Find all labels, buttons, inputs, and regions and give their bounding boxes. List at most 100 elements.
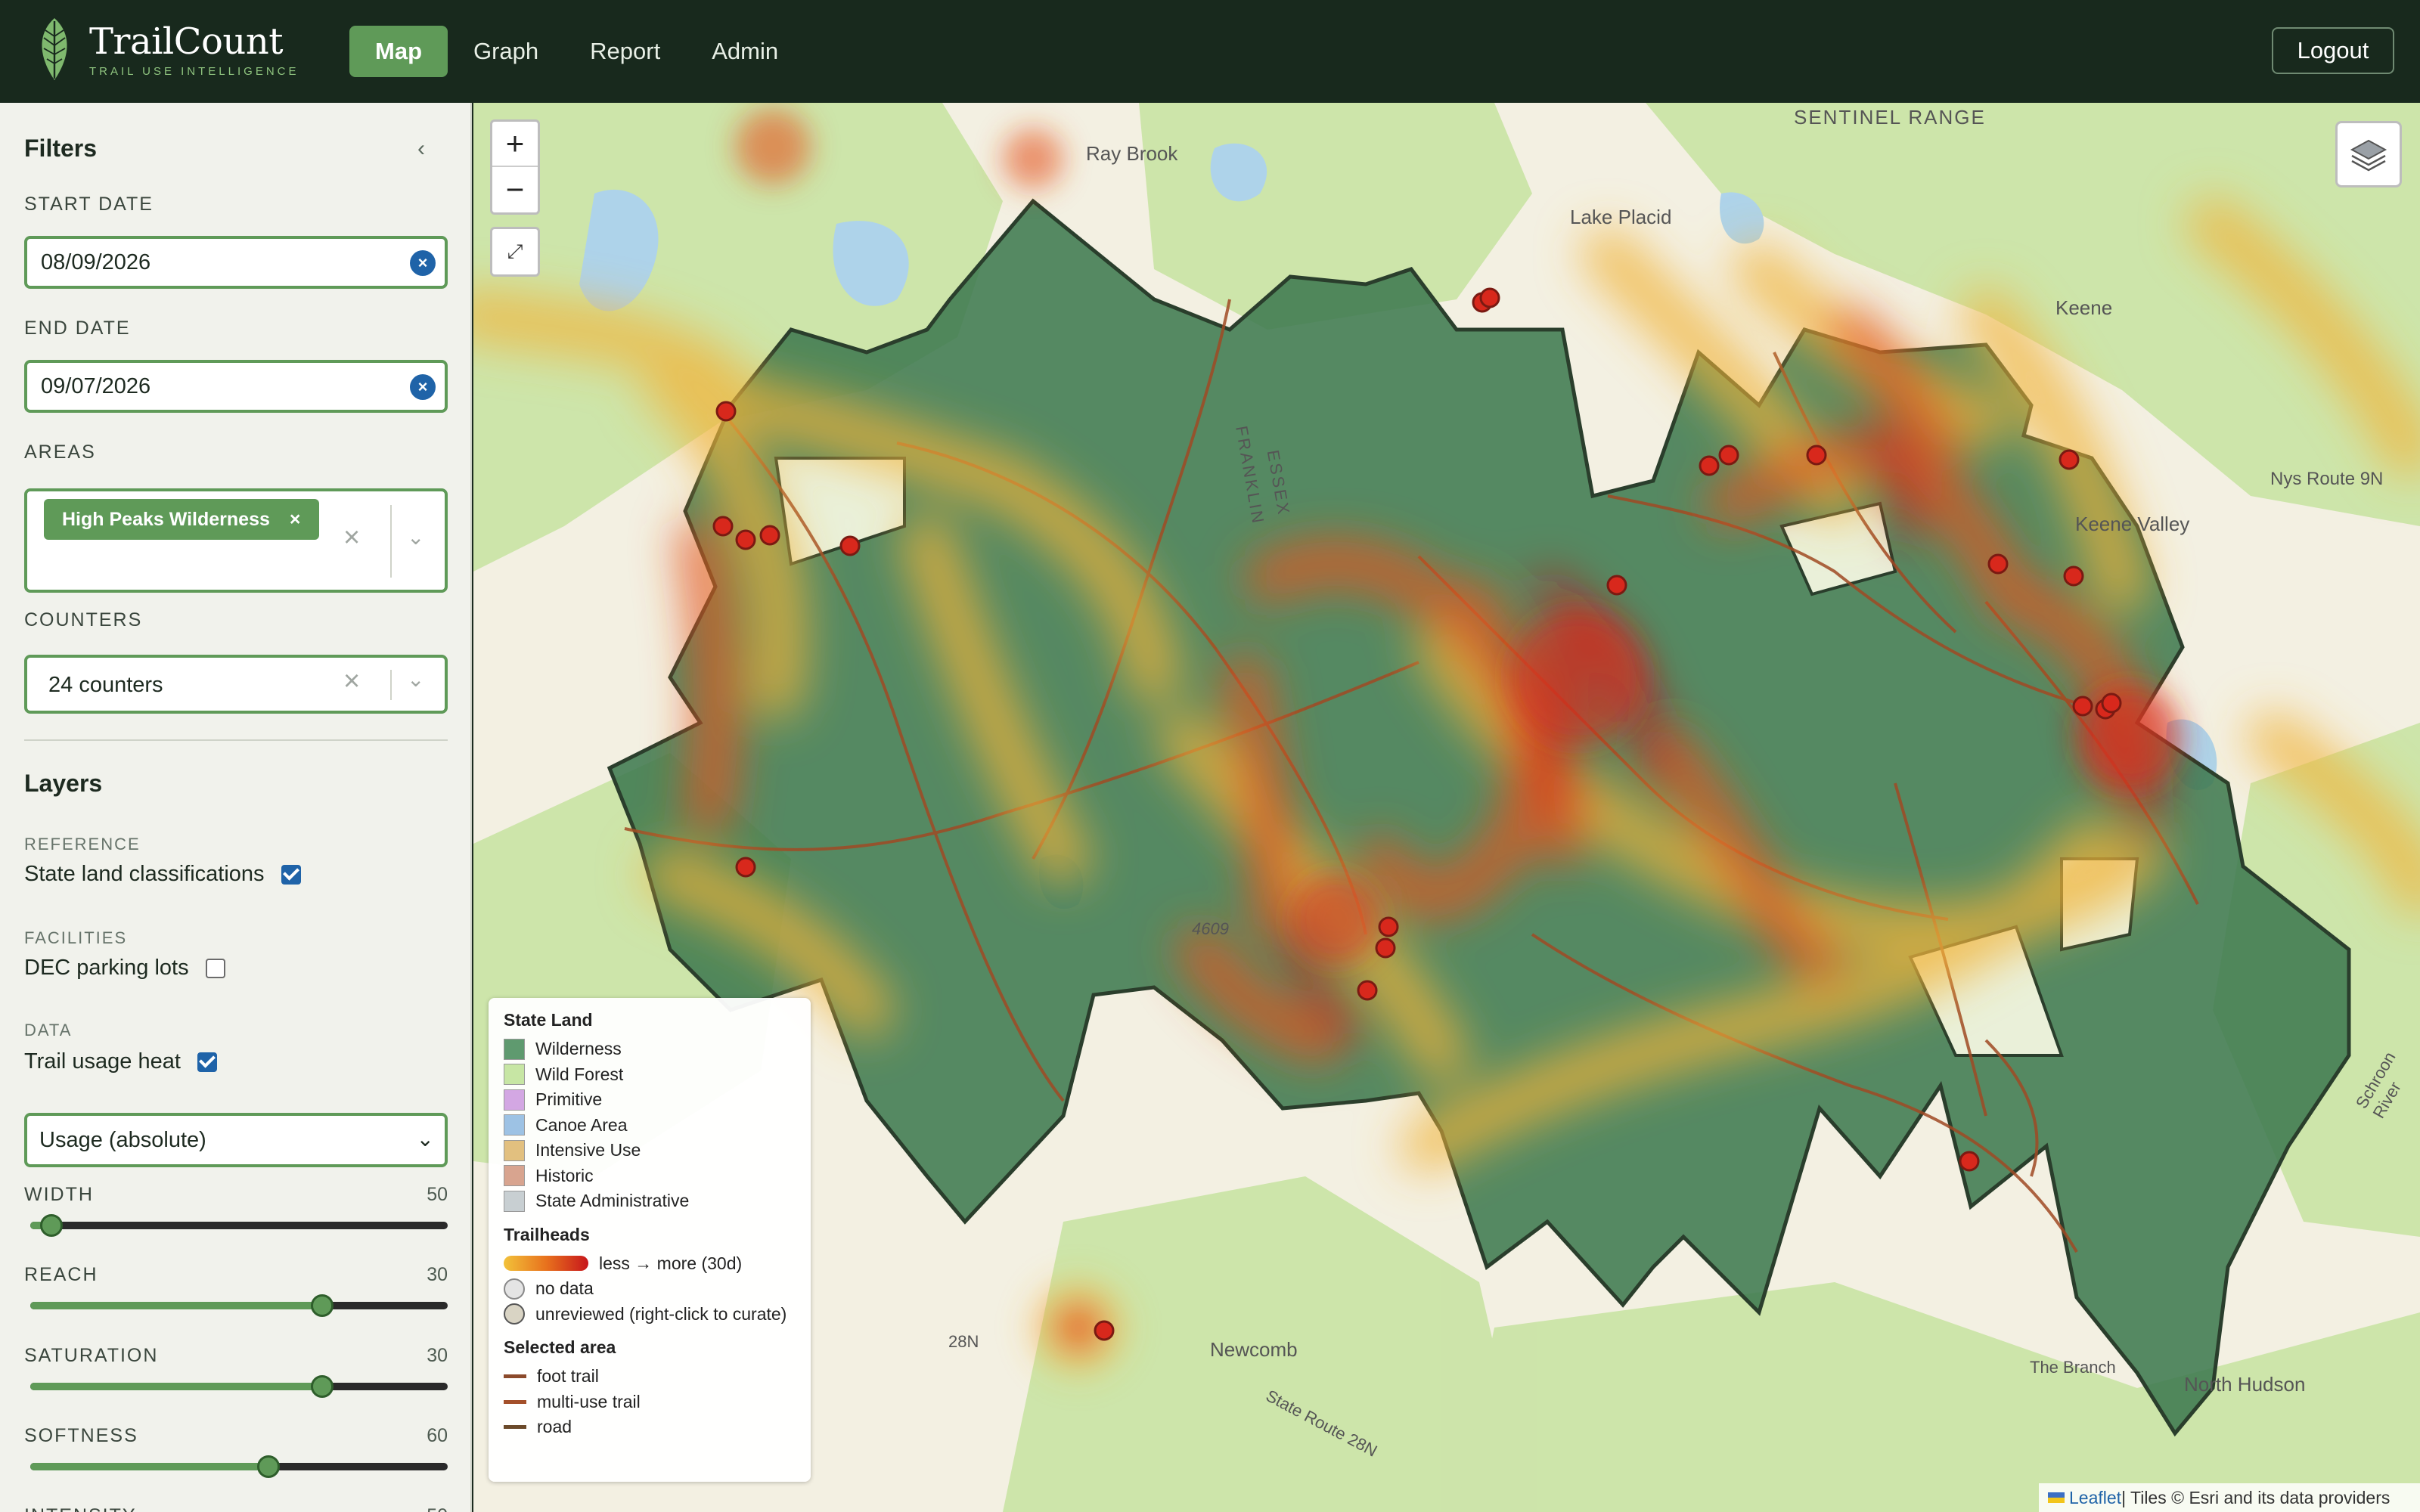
slider-name: INTENSITY — [24, 1505, 137, 1512]
slider-name: REACH — [24, 1264, 98, 1285]
parking-checkbox[interactable] — [205, 958, 225, 978]
main-nav: Map Graph Report Admin — [349, 26, 804, 77]
nav-report[interactable]: Report — [564, 26, 686, 77]
nav-map[interactable]: Map — [349, 26, 448, 77]
map-label-the-branch: The Branch — [2030, 1358, 2116, 1377]
slider-handle[interactable] — [311, 1375, 334, 1398]
leaf-icon — [42, 18, 67, 80]
legend-swatch — [504, 1139, 525, 1161]
slider-name: WIDTH — [24, 1184, 94, 1205]
nav-admin[interactable]: Admin — [686, 26, 804, 77]
legend-line-swatch — [504, 1399, 526, 1404]
legend-no-data-row: no data — [504, 1276, 796, 1302]
collapse-sidebar-icon[interactable]: ‹ — [417, 136, 425, 162]
filters-title: Filters — [24, 135, 98, 162]
area-chip-label: High Peaks Wilderness — [62, 508, 270, 530]
legend-land-label: Wild Forest — [535, 1064, 624, 1084]
map-label-route-9n: Nys Route 9N — [2270, 469, 2384, 489]
select-separator — [390, 670, 392, 700]
layers-icon — [2350, 139, 2387, 172]
counters-label: COUNTERS — [24, 609, 143, 631]
legend-gradient-swatch — [504, 1256, 588, 1272]
ukraine-flag-icon — [2048, 1492, 2065, 1503]
end-date-label: END DATE — [24, 318, 131, 339]
legend-land-row: Historic — [504, 1163, 796, 1189]
zoom-control: + − — [490, 119, 540, 215]
layers-title: Layers — [24, 770, 103, 797]
clear-start-date-icon[interactable]: × — [410, 250, 436, 276]
legend-swatch — [504, 1089, 525, 1111]
legend-land-row: Intensive Use — [504, 1138, 796, 1163]
heat-toggle[interactable]: Trail usage heat — [24, 1049, 217, 1074]
map-label-ray-brook: Ray Brook — [1086, 142, 1178, 165]
end-date-input[interactable]: 09/07/2026 × — [24, 360, 448, 413]
heat-checkbox[interactable] — [197, 1052, 217, 1072]
area-chip[interactable]: High Peaks Wilderness × — [44, 499, 319, 540]
legend-state-land-title: State Land — [504, 1010, 593, 1030]
slider-saturation[interactable] — [30, 1375, 448, 1398]
map-label-elevation: 4609 — [1192, 919, 1229, 938]
brand-name: TrailCount — [89, 20, 284, 63]
slider-handle[interactable] — [256, 1455, 280, 1478]
legend-land-row: Primitive — [504, 1087, 796, 1113]
legend-land-label: Historic — [535, 1165, 594, 1185]
legend-gradient-label: less → more (30d) — [599, 1253, 743, 1273]
legend-unreviewed-row: unreviewed (right-click to curate) — [504, 1302, 796, 1328]
state-land-label: State land classifications — [24, 862, 265, 886]
state-land-toggle[interactable]: State land classifications — [24, 862, 301, 887]
leaflet-link[interactable]: Leaflet — [2069, 1488, 2121, 1508]
slider-handle[interactable] — [39, 1214, 63, 1237]
metric-value: Usage (absolute) — [39, 1127, 206, 1152]
divider — [24, 739, 448, 741]
clear-areas-icon[interactable]: × — [343, 522, 360, 554]
slider-width[interactable] — [30, 1214, 448, 1237]
counters-select[interactable]: 24 counters × ⌄ — [24, 655, 448, 714]
metric-select[interactable]: Usage (absolute) ⌄ — [24, 1113, 448, 1167]
logout-button[interactable]: Logout — [2272, 27, 2394, 74]
legend-line-swatch — [504, 1425, 526, 1430]
filters-sidebar: Filters ‹ START DATE 08/09/2026 × END DA… — [0, 103, 472, 1512]
clear-end-date-icon[interactable]: × — [410, 374, 436, 400]
slider-label-intensity: INTENSITY 50 — [24, 1505, 448, 1512]
legend-land-row: Wild Forest — [504, 1062, 796, 1088]
slider-label-saturation: SATURATION 30 — [24, 1345, 448, 1367]
slider-name: SATURATION — [24, 1345, 159, 1366]
areas-chevron-down-icon[interactable]: ⌄ — [407, 525, 424, 550]
parking-toggle[interactable]: DEC parking lots — [24, 956, 225, 981]
slider-softness[interactable] — [30, 1455, 448, 1478]
clear-counters-icon[interactable]: × — [343, 665, 360, 698]
areas-select[interactable]: High Peaks Wilderness × × ⌄ — [24, 488, 448, 593]
legend-unreviewed-label: unreviewed (right-click to curate) — [535, 1303, 787, 1324]
state-land-checkbox[interactable] — [281, 864, 301, 885]
legend-line-row: road — [504, 1414, 796, 1440]
legend-land-row: Wilderness — [504, 1036, 796, 1062]
fullscreen-button[interactable]: ⤢ — [490, 227, 540, 277]
zoom-out-button[interactable]: − — [492, 167, 538, 212]
brand-tagline: TRAIL USE INTELLIGENCE — [89, 64, 299, 78]
nav-graph[interactable]: Graph — [448, 26, 564, 77]
slider-label-width: WIDTH 50 — [24, 1184, 448, 1206]
brand-logo[interactable]: TrailCount TRAIL USE INTELLIGENCE — [35, 15, 299, 83]
legend-selected-title: Selected area — [504, 1337, 616, 1357]
heat-label: Trail usage heat — [24, 1049, 181, 1074]
remove-area-icon[interactable]: × — [290, 509, 301, 531]
slider-handle[interactable] — [311, 1294, 334, 1317]
slider-reach[interactable] — [30, 1294, 448, 1317]
start-date-input[interactable]: 08/09/2026 × — [24, 236, 448, 289]
slider-fill — [30, 1383, 323, 1390]
parking-label: DEC parking lots — [24, 956, 189, 980]
legend-land-row: Canoe Area — [504, 1113, 796, 1139]
counters-value: 24 counters — [48, 673, 163, 697]
no-data-dot-icon — [504, 1278, 525, 1300]
legend-land-label: Primitive — [535, 1089, 603, 1110]
map-view[interactable]: SENTINEL RANGE Ray Brook Lake Placid Kee… — [473, 103, 2420, 1512]
legend-no-data-label: no data — [535, 1278, 594, 1299]
counters-chevron-down-icon[interactable]: ⌄ — [407, 667, 424, 692]
legend-land-label: Intensive Use — [535, 1140, 641, 1160]
areas-label: AREAS — [24, 442, 96, 463]
map-label-newcomb: Newcomb — [1210, 1338, 1298, 1361]
slider-value: 60 — [427, 1425, 448, 1446]
zoom-in-button[interactable]: + — [492, 122, 538, 167]
layers-button[interactable] — [2335, 121, 2402, 187]
start-date-value: 08/09/2026 — [41, 249, 151, 274]
